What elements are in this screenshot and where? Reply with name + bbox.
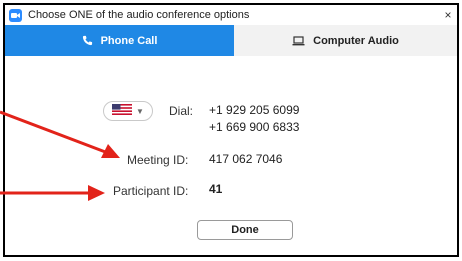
chevron-down-icon: ▼ — [136, 106, 144, 116]
meeting-id-value: 417 062 7046 — [209, 152, 283, 166]
meeting-id-label: Meeting ID: — [127, 153, 189, 167]
zoom-app-icon — [9, 8, 22, 22]
window-title: Choose ONE of the audio conference optio… — [28, 9, 250, 21]
dial-number-1: +1 929 205 6099 — [209, 103, 300, 117]
laptop-icon — [292, 35, 305, 46]
dial-label: Dial: — [169, 104, 194, 118]
dial-number-2: +1 669 900 6833 — [209, 120, 300, 134]
participant-id-value: 41 — [209, 182, 223, 196]
phone-icon — [82, 35, 93, 46]
participant-id-label: Participant ID: — [113, 184, 189, 198]
us-flag-icon — [112, 102, 133, 120]
tab-phone-call-label: Phone Call — [100, 34, 158, 47]
country-dropdown[interactable]: ▼ — [103, 101, 153, 121]
tab-computer-audio-label: Computer Audio — [313, 34, 399, 47]
tab-computer-audio[interactable]: Computer Audio — [234, 25, 457, 56]
done-button[interactable]: Done — [197, 220, 293, 240]
tab-phone-call[interactable]: Phone Call — [5, 25, 234, 56]
audio-tabs: Phone Call Computer Audio — [5, 25, 457, 56]
title-bar: Choose ONE of the audio conference optio… — [5, 5, 457, 25]
close-icon[interactable]: × — [439, 8, 457, 22]
